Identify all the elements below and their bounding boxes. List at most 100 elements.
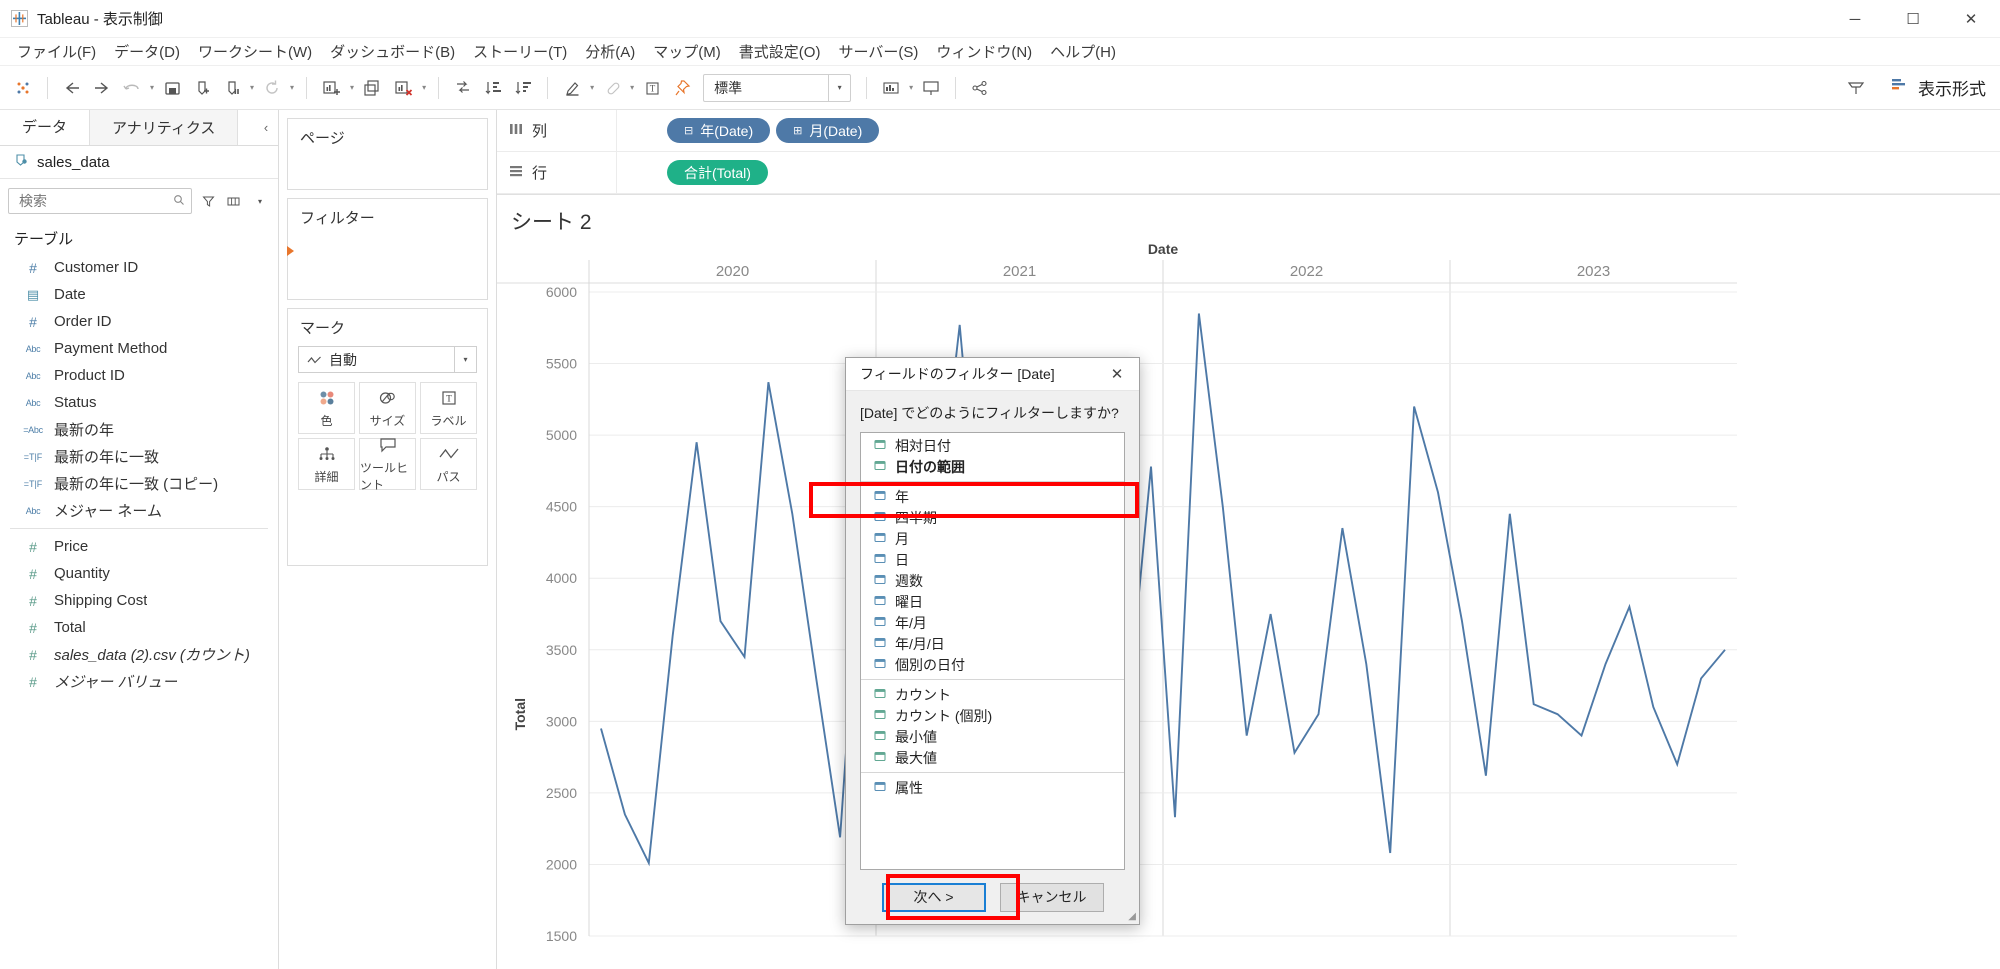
filter-option-item[interactable]: 日付の範囲 xyxy=(861,456,1124,477)
fit-dropdown[interactable]: 標準 ▾ xyxy=(703,73,852,102)
field-latest-year[interactable]: =Abc 最新の年 xyxy=(0,416,278,443)
chevron-left-icon[interactable]: ‹ xyxy=(254,110,278,145)
search-input-wrapper[interactable] xyxy=(8,188,192,214)
filter-option-item[interactable]: 四半期 xyxy=(861,507,1124,528)
pin-icon[interactable] xyxy=(667,72,697,104)
rows-shelf[interactable]: 行 合計(Total) xyxy=(497,152,2000,194)
field-order-id[interactable]: # Order ID xyxy=(0,308,278,335)
next-button[interactable]: 次へ > xyxy=(881,882,986,912)
filter-option-item[interactable]: 最小値 xyxy=(861,726,1124,747)
chart-canvas[interactable]: Date 2020 2021 2022 2023 6000 5500 5000 4500 4000… xyxy=(497,236,2000,969)
menu-server[interactable]: サーバー(S) xyxy=(829,39,927,64)
filter-option-item[interactable]: 相対日付 xyxy=(861,435,1124,456)
presentation-mode-icon[interactable] xyxy=(916,72,946,104)
dimension-hierarchy-expand-icon[interactable]: ⊞ xyxy=(793,124,802,137)
mark-type-dropdown[interactable]: 自動 ▾ xyxy=(298,346,477,373)
forward-arrow-icon[interactable] xyxy=(87,72,117,104)
share-icon[interactable] xyxy=(965,72,995,104)
columns-shelf[interactable]: 列 ⊟ 年(Date) ⊞ 月(Date) xyxy=(497,110,2000,152)
add-data-source-icon[interactable] xyxy=(187,72,217,104)
pill-month-date[interactable]: ⊞ 月(Date) xyxy=(776,118,880,143)
group-dropdown-caret-icon[interactable]: ▾ xyxy=(627,72,637,104)
highlight-dropdown-caret-icon[interactable]: ▾ xyxy=(587,72,597,104)
show-me-button[interactable]: 表示形式 xyxy=(1890,75,1986,100)
marks-detail-button[interactable]: 詳細 xyxy=(298,438,355,490)
marks-path-button[interactable]: パス xyxy=(420,438,477,490)
sort-descending-icon[interactable] xyxy=(508,72,538,104)
filter-option-item[interactable]: 週数 xyxy=(861,570,1124,591)
sort-ascending-icon[interactable] xyxy=(478,72,508,104)
field-date[interactable]: ▤ Date xyxy=(0,281,278,308)
marks-tooltip-button[interactable]: ツールヒント xyxy=(359,438,416,492)
close-icon[interactable]: ✕ xyxy=(1101,358,1133,390)
menu-story[interactable]: ストーリー(T) xyxy=(464,39,576,64)
clear-sheet-icon[interactable] xyxy=(388,72,419,104)
field-payment-method[interactable]: Abc Payment Method xyxy=(0,335,278,362)
field-latest-year-match[interactable]: =T|F 最新の年に一致 xyxy=(0,443,278,470)
field-price[interactable]: # Price xyxy=(0,533,278,560)
filter-option-item[interactable]: 月 xyxy=(861,528,1124,549)
pages-card[interactable]: ページ xyxy=(287,118,488,190)
refresh-dropdown-caret-icon[interactable]: ▾ xyxy=(287,72,297,104)
search-input[interactable] xyxy=(17,192,169,210)
undo-dropdown-caret-icon[interactable]: ▾ xyxy=(147,72,157,104)
marks-color-button[interactable]: 色 xyxy=(298,382,355,434)
minimize-button[interactable]: ─ xyxy=(1826,0,1884,38)
field-customer-id[interactable]: # Customer ID xyxy=(0,254,278,281)
filter-option-item[interactable]: 年/月 xyxy=(861,612,1124,633)
clear-dropdown-caret-icon[interactable]: ▾ xyxy=(419,72,429,104)
menu-file[interactable]: ファイル(F) xyxy=(8,39,105,64)
group-icon[interactable] xyxy=(597,72,627,104)
data-pane-menu-caret-icon[interactable]: ▾ xyxy=(250,190,270,212)
swap-rows-columns-icon[interactable] xyxy=(448,72,478,104)
field-quantity[interactable]: # Quantity xyxy=(0,560,278,587)
field-product-id[interactable]: Abc Product ID xyxy=(0,362,278,389)
resize-grip-icon[interactable]: ◢ xyxy=(1128,911,1136,922)
marks-label-button[interactable]: T ラベル xyxy=(420,382,477,434)
filter-option-item[interactable]: 年/月/日 xyxy=(861,633,1124,654)
grid-view-icon[interactable] xyxy=(224,190,244,212)
field-record-count[interactable]: # sales_data (2).csv (カウント) xyxy=(0,641,278,668)
filter-option-item[interactable]: 年 xyxy=(861,486,1124,507)
data-source-dropdown-caret-icon[interactable]: ▾ xyxy=(247,72,257,104)
marks-size-button[interactable]: サイズ xyxy=(359,382,416,434)
field-total[interactable]: # Total xyxy=(0,614,278,641)
funnel-icon[interactable] xyxy=(198,190,218,212)
duplicate-sheet-icon[interactable] xyxy=(357,72,388,104)
pill-sum-total[interactable]: 合計(Total) xyxy=(667,160,768,185)
menu-worksheet[interactable]: ワークシート(W) xyxy=(189,39,321,64)
menu-dashboard[interactable]: ダッシュボード(B) xyxy=(321,39,464,64)
text-label-icon[interactable]: T xyxy=(637,72,667,104)
filter-field-dialog[interactable]: フィールドのフィルター [Date] ✕ [Date] でどのようにフィルターし… xyxy=(845,357,1140,925)
presentation-toggle-icon[interactable] xyxy=(1840,72,1872,104)
back-arrow-icon[interactable] xyxy=(57,72,87,104)
filter-option-item[interactable]: 曜日 xyxy=(861,591,1124,612)
pause-data-source-icon[interactable] xyxy=(217,72,247,104)
maximize-button[interactable]: ☐ xyxy=(1884,0,1942,38)
filter-option-item[interactable]: カウント (個別) xyxy=(861,705,1124,726)
new-sheet-dropdown-caret-icon[interactable]: ▾ xyxy=(347,72,357,104)
field-latest-year-match-copy[interactable]: =T|F 最新の年に一致 (コピー) xyxy=(0,470,278,497)
field-shipping-cost[interactable]: # Shipping Cost xyxy=(0,587,278,614)
cancel-button[interactable]: キャンセル xyxy=(999,882,1104,912)
tableau-home-icon[interactable] xyxy=(8,72,38,104)
undo-icon[interactable] xyxy=(117,72,147,104)
tab-analytics[interactable]: アナリティクス xyxy=(89,110,239,145)
tab-data[interactable]: データ xyxy=(0,110,90,145)
data-source-item[interactable]: sales_data xyxy=(0,146,278,179)
menu-window[interactable]: ウィンドウ(N) xyxy=(927,39,1041,64)
menu-data[interactable]: データ(D) xyxy=(105,39,189,64)
menu-map[interactable]: マップ(M) xyxy=(644,39,730,64)
fit-dropdown-caret-icon[interactable]: ▾ xyxy=(906,72,916,104)
menu-help[interactable]: ヘルプ(H) xyxy=(1041,39,1125,64)
fit-icon[interactable] xyxy=(876,72,906,104)
menu-analysis[interactable]: 分析(A) xyxy=(576,39,644,64)
highlight-icon[interactable] xyxy=(557,72,587,104)
filters-card[interactable]: フィルター xyxy=(287,198,488,300)
filter-option-item[interactable]: 日 xyxy=(861,549,1124,570)
pill-year-date[interactable]: ⊟ 年(Date) xyxy=(667,118,771,143)
filter-option-item[interactable]: 個別の日付 xyxy=(861,654,1124,675)
filter-option-item[interactable]: 属性 xyxy=(861,777,1124,798)
menu-format[interactable]: 書式設定(O) xyxy=(730,39,830,64)
filter-option-item[interactable]: 最大値 xyxy=(861,747,1124,768)
